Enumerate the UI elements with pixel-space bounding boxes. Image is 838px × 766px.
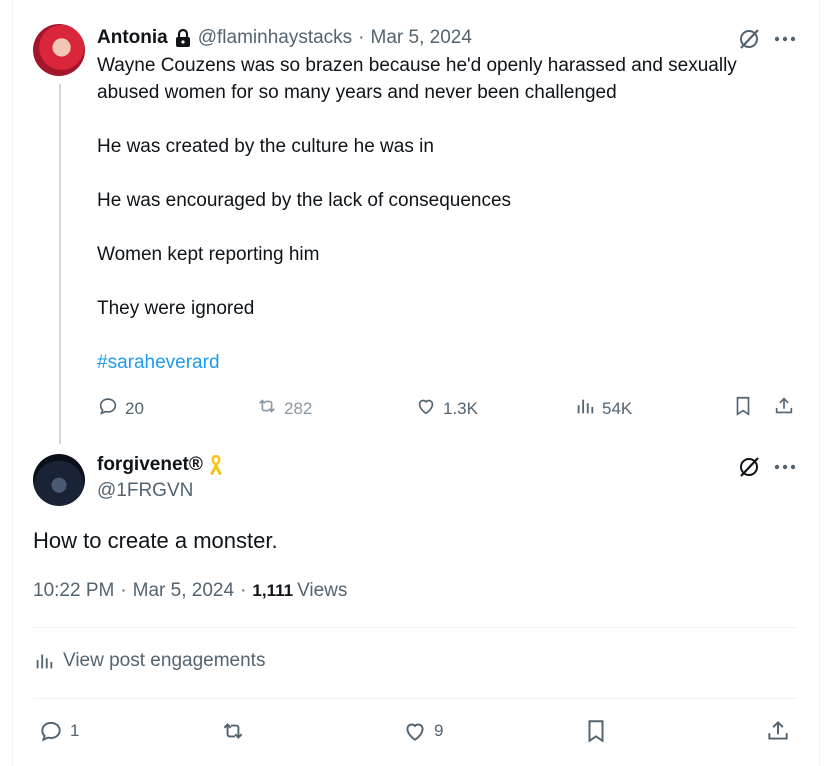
like-icon	[415, 395, 437, 422]
views-label: Views	[297, 580, 348, 601]
post-date[interactable]: Mar 5, 2024	[133, 580, 234, 602]
post-meta: 10:22 PM · Mar 5, 2024 · 1,111 Views	[33, 580, 347, 602]
bookmark-button[interactable]	[732, 395, 754, 422]
divider	[33, 627, 797, 628]
divider	[33, 698, 797, 699]
hashtag-link[interactable]: #saraheverard	[97, 349, 797, 376]
quoted-post-header: Antonia @flaminhaystacks · Mar 5, 2024	[97, 24, 472, 52]
post-text: How to create a monster.	[33, 528, 278, 553]
like-count: 9	[434, 721, 444, 740]
author-name[interactable]: Antonia	[97, 27, 168, 49]
post-paragraph: Women kept reporting him	[97, 244, 320, 265]
views-button[interactable]: 54K	[574, 395, 632, 422]
repost-icon	[220, 718, 246, 744]
author-name[interactable]: forgivenet®	[97, 454, 203, 476]
bookmark-icon	[732, 395, 754, 422]
share-icon	[765, 718, 791, 744]
share-icon	[773, 395, 795, 422]
post-paragraph: He was created by the culture he was in	[97, 136, 434, 157]
thread-line	[59, 84, 61, 444]
grok-icon[interactable]	[736, 454, 762, 480]
share-button[interactable]	[765, 718, 791, 744]
separator-dot: ·	[358, 27, 365, 48]
like-icon	[402, 718, 428, 744]
views-count: 54K	[602, 398, 633, 418]
post-time[interactable]: 10:22 PM	[33, 580, 114, 602]
avatar[interactable]	[33, 454, 85, 506]
repost-button[interactable]: 282	[256, 395, 312, 422]
separator-dot: ·	[240, 580, 247, 601]
view-engagements-link[interactable]: View post engagements	[33, 650, 265, 672]
views-count: 1,111	[252, 581, 294, 600]
lock-icon	[174, 28, 192, 48]
reply-button[interactable]: 1	[38, 718, 79, 744]
share-button[interactable]	[773, 395, 795, 422]
bookmark-icon	[583, 718, 609, 744]
avatar[interactable]	[33, 24, 85, 76]
repost-count: 282	[284, 398, 313, 418]
repost-button[interactable]	[220, 718, 246, 744]
ribbon-icon	[207, 453, 225, 477]
post-paragraph: Wayne Couzens was so brazen because he'd…	[97, 55, 737, 103]
engagements-label: View post engagements	[63, 650, 266, 671]
views-icon	[574, 395, 596, 422]
author-handle[interactable]: @flaminhaystacks	[198, 27, 352, 49]
author-handle[interactable]: @1FRGVN	[97, 480, 193, 502]
post-paragraph: They were ignored	[97, 298, 255, 319]
post-paragraph: He was encouraged by the lack of consequ…	[97, 190, 512, 211]
main-post-header: forgivenet®	[97, 452, 225, 478]
like-count: 1.3K	[443, 398, 478, 418]
reply-icon	[97, 395, 119, 422]
bookmark-button[interactable]	[583, 718, 609, 744]
reply-icon	[38, 718, 64, 744]
like-button[interactable]: 1.3K	[415, 395, 478, 422]
repost-icon	[256, 395, 278, 422]
separator-dot: ·	[120, 580, 127, 601]
more-icon[interactable]	[772, 454, 798, 480]
post-date[interactable]: Mar 5, 2024	[371, 27, 472, 49]
like-button[interactable]: 9	[402, 718, 443, 744]
reply-button[interactable]: 20	[97, 395, 144, 422]
views-icon	[33, 650, 55, 672]
reply-count: 1	[70, 721, 80, 740]
reply-count: 20	[125, 398, 144, 418]
grok-icon[interactable]	[736, 26, 762, 52]
more-icon[interactable]	[772, 26, 798, 52]
quoted-post-text: Wayne Couzens was so brazen because he'd…	[97, 52, 797, 376]
